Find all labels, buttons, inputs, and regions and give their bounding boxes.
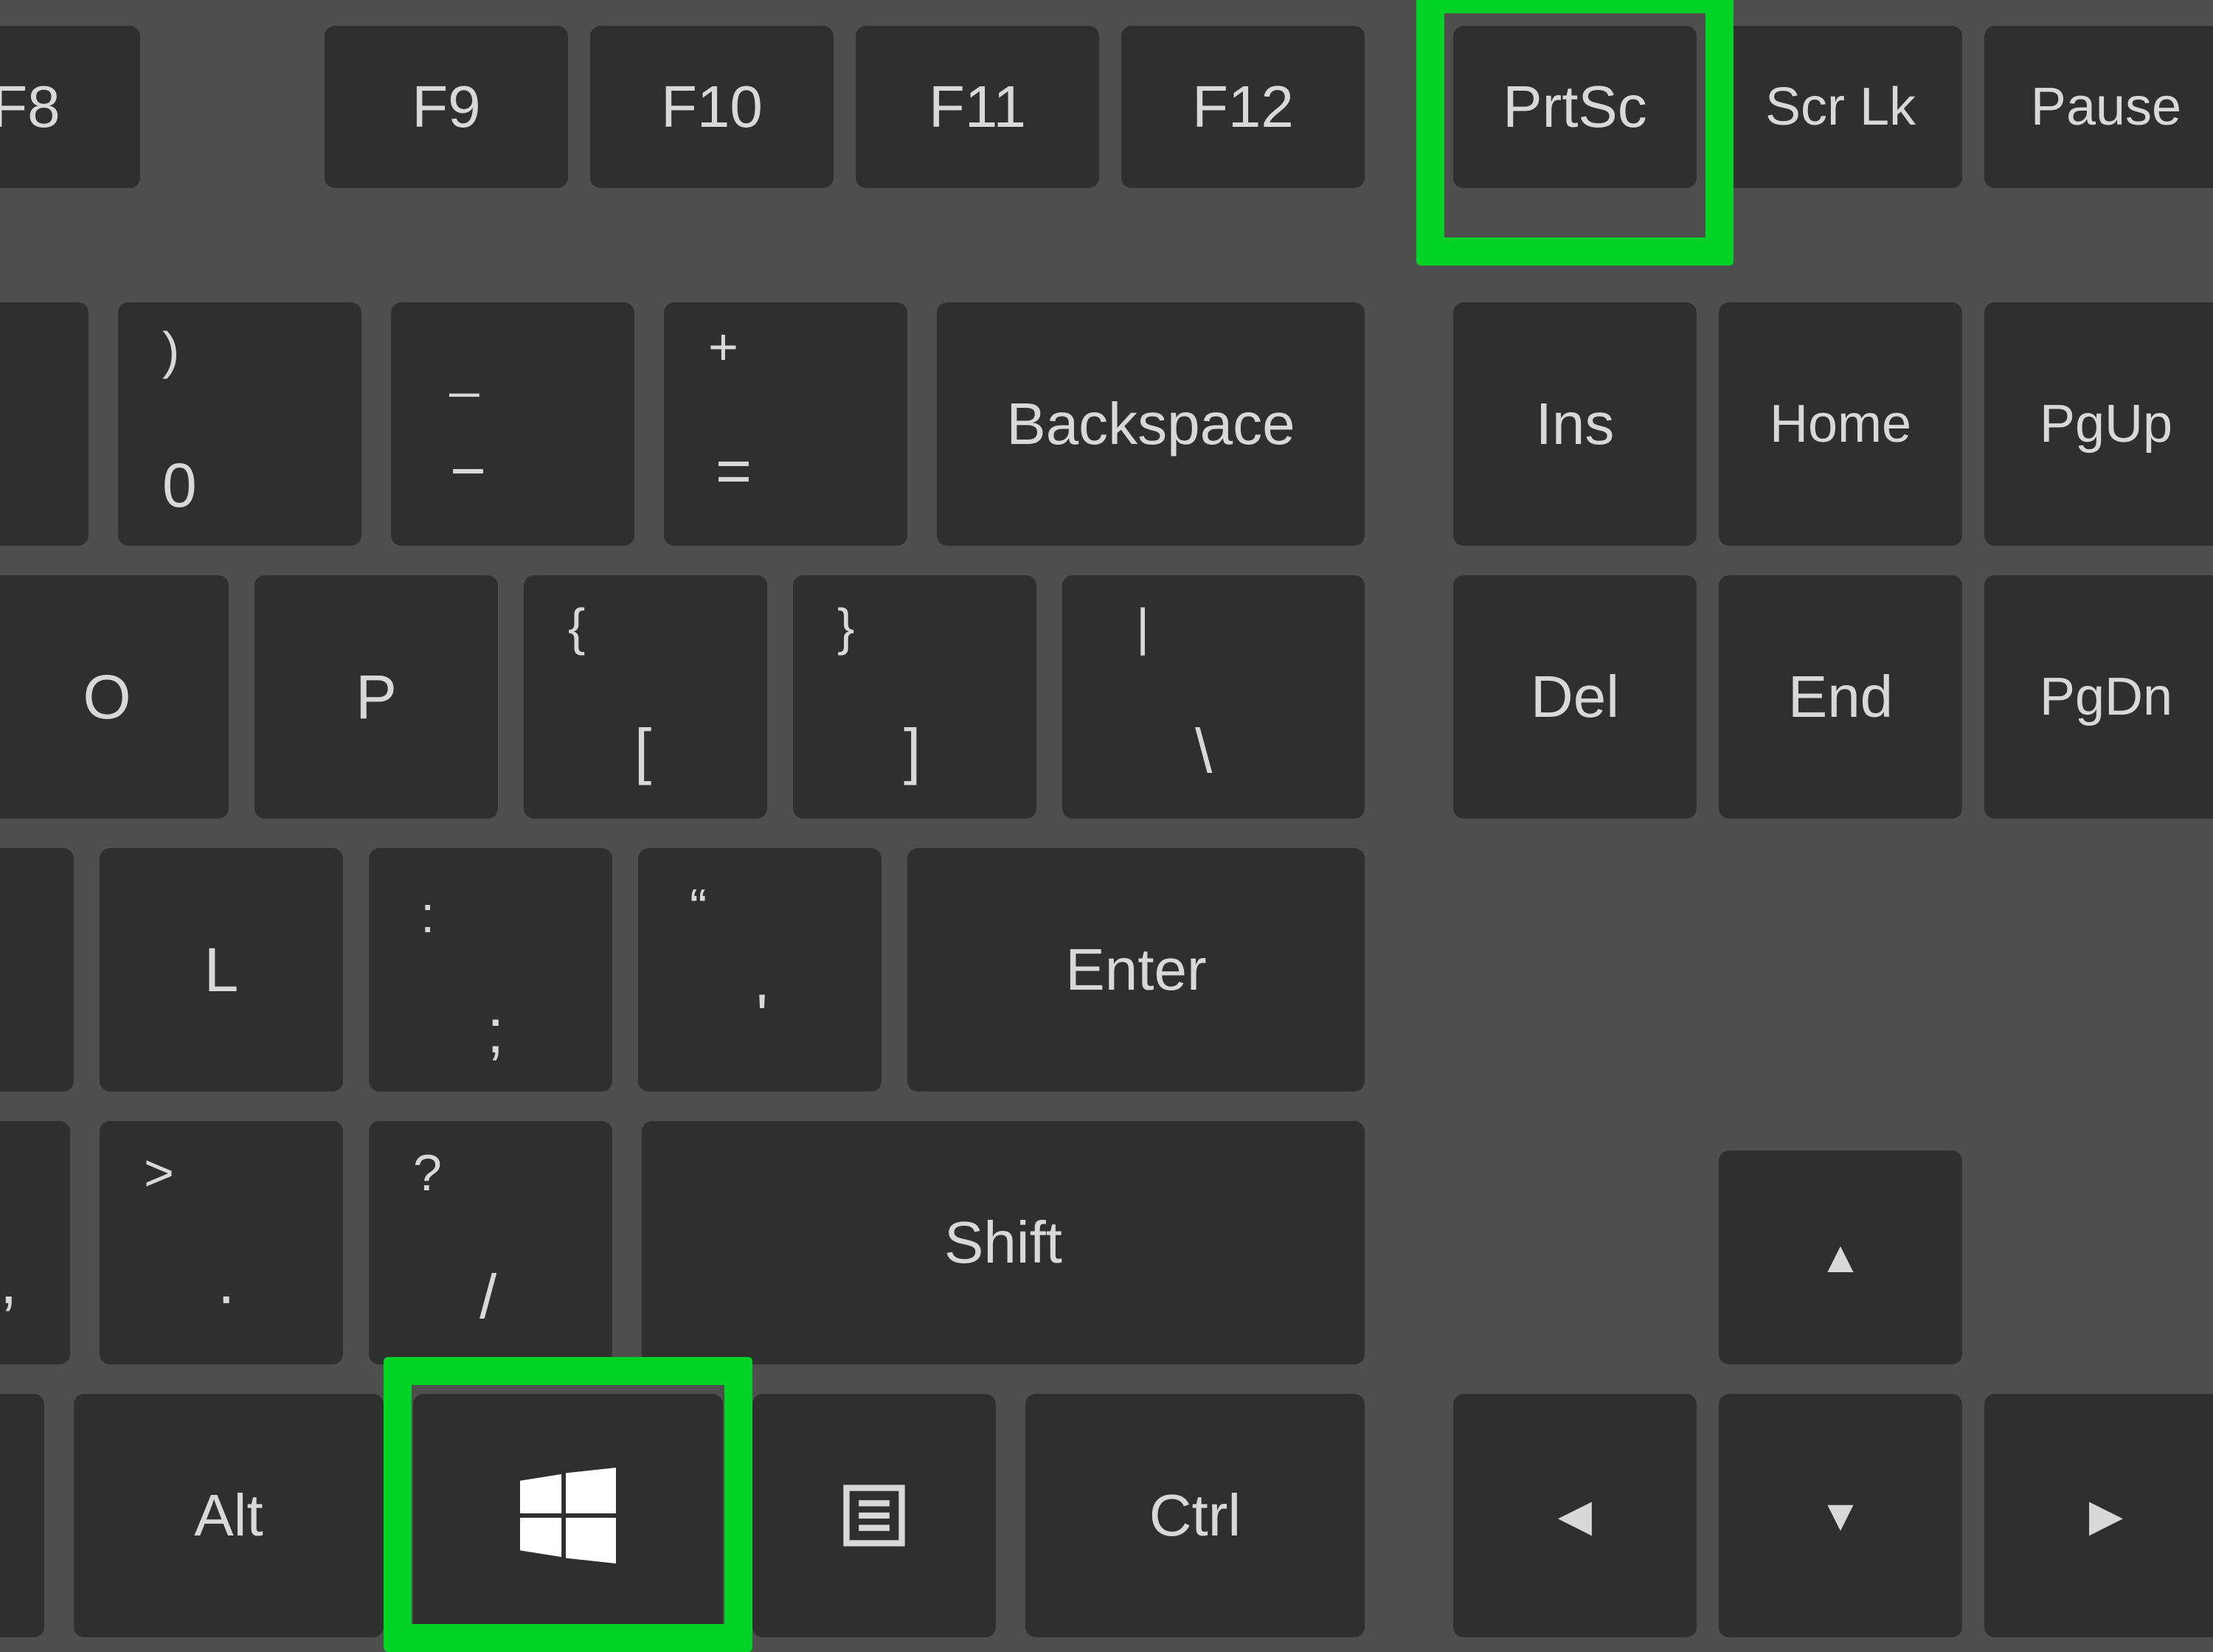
key-label: / bbox=[479, 1266, 496, 1328]
key-label: = bbox=[716, 440, 752, 502]
key-slash[interactable]: ? / bbox=[369, 1121, 612, 1364]
key-label: PrtSc bbox=[1503, 73, 1647, 141]
key-equals[interactable]: + = bbox=[664, 302, 907, 546]
key-label: Home bbox=[1770, 394, 1911, 454]
key-pgdn[interactable]: PgDn bbox=[1984, 575, 2213, 819]
arrow-right-icon: ▶ bbox=[2089, 1493, 2123, 1538]
key-period[interactable]: > . bbox=[100, 1121, 343, 1364]
key-upper-label: } bbox=[837, 601, 854, 653]
key-upper-label: | bbox=[1136, 601, 1149, 653]
key-label: F8 bbox=[0, 73, 60, 141]
key-9[interactable]: 9 bbox=[0, 302, 89, 546]
key-label: Del bbox=[1531, 663, 1619, 731]
key-0[interactable]: ) 0 bbox=[118, 302, 361, 546]
key-upper-label: : bbox=[420, 889, 434, 940]
key-backspace[interactable]: Backspace bbox=[937, 302, 1365, 546]
key-pgup[interactable]: PgUp bbox=[1984, 302, 2213, 546]
key-quote[interactable]: “ ' bbox=[638, 848, 882, 1092]
key-windows[interactable] bbox=[413, 1394, 723, 1637]
key-del[interactable]: Del bbox=[1453, 575, 1697, 819]
key-p[interactable]: P bbox=[254, 575, 498, 819]
key-ins[interactable]: Ins bbox=[1453, 302, 1697, 546]
keyboard: F8 F9 F10 F11 F12 PrtSc Scr Lk Pause 9 )… bbox=[0, 0, 2213, 1644]
key-label: P bbox=[356, 666, 397, 728]
key-label: PgDn bbox=[2040, 667, 2172, 727]
key-f10[interactable]: F10 bbox=[590, 26, 834, 188]
key-label: \ bbox=[1195, 720, 1212, 782]
key-label: F10 bbox=[661, 73, 763, 141]
key-label: 0 bbox=[162, 454, 197, 516]
key-upper-label: ) bbox=[162, 324, 179, 376]
key-upper-label: { bbox=[568, 601, 585, 653]
key-label: ] bbox=[904, 720, 921, 782]
key-label: Ctrl bbox=[1149, 1482, 1241, 1549]
menu-icon bbox=[837, 1479, 911, 1552]
key-upper-label: _ bbox=[450, 343, 479, 395]
key-label: Scr Lk bbox=[1765, 77, 1916, 137]
key-ctrl[interactable]: Ctrl bbox=[1025, 1394, 1365, 1637]
key-down-arrow[interactable]: ▼ bbox=[1719, 1394, 1962, 1637]
arrow-up-icon: ▲ bbox=[1818, 1235, 1862, 1280]
key-alt[interactable]: Alt bbox=[74, 1394, 384, 1637]
key-shift[interactable]: Shift bbox=[642, 1121, 1365, 1364]
key-label: F11 bbox=[929, 73, 1026, 141]
key-rbracket[interactable]: } ] bbox=[793, 575, 1036, 819]
key-f9[interactable]: F9 bbox=[325, 26, 568, 188]
key-f8[interactable]: F8 bbox=[0, 26, 140, 188]
key-backslash[interactable]: | \ bbox=[1062, 575, 1365, 819]
key-label: F12 bbox=[1192, 73, 1294, 141]
key-k-partial[interactable] bbox=[0, 848, 74, 1092]
key-f12[interactable]: F12 bbox=[1121, 26, 1365, 188]
key-scrlk[interactable]: Scr Lk bbox=[1719, 26, 1962, 188]
key-label: − bbox=[450, 440, 486, 502]
key-prtsc[interactable]: PrtSc bbox=[1453, 26, 1697, 188]
key-label: Pause bbox=[2031, 77, 2181, 137]
key-lbracket[interactable]: { [ bbox=[524, 575, 767, 819]
key-upper-label: “ bbox=[690, 881, 707, 933]
key-label: ; bbox=[487, 1000, 504, 1062]
key-o[interactable]: O bbox=[0, 575, 229, 819]
key-left-partial[interactable] bbox=[0, 1394, 44, 1637]
key-label: [ bbox=[634, 720, 651, 782]
key-enter[interactable]: Enter bbox=[907, 848, 1365, 1092]
key-menu[interactable] bbox=[752, 1394, 996, 1637]
key-label: L bbox=[204, 939, 239, 1001]
key-label: ' bbox=[756, 985, 768, 1047]
key-l[interactable]: L bbox=[100, 848, 343, 1092]
key-label: Alt bbox=[194, 1482, 263, 1549]
key-minus[interactable]: _ − bbox=[391, 302, 634, 546]
key-right-arrow[interactable]: ▶ bbox=[1984, 1394, 2213, 1637]
key-up-arrow[interactable]: ▲ bbox=[1719, 1150, 1962, 1364]
key-label: F9 bbox=[412, 73, 480, 141]
key-home[interactable]: Home bbox=[1719, 302, 1962, 546]
key-upper-label: ? bbox=[413, 1147, 442, 1198]
key-pause[interactable]: Pause bbox=[1984, 26, 2213, 188]
key-label: PgUp bbox=[2040, 394, 2172, 454]
key-label: , bbox=[0, 1251, 17, 1313]
key-label: End bbox=[1788, 663, 1893, 731]
key-left-arrow[interactable]: ◀ bbox=[1453, 1394, 1697, 1637]
key-label: . bbox=[218, 1251, 235, 1313]
key-upper-label: + bbox=[708, 321, 738, 372]
key-f11[interactable]: F11 bbox=[856, 26, 1099, 188]
key-end[interactable]: End bbox=[1719, 575, 1962, 819]
arrow-left-icon: ◀ bbox=[1558, 1493, 1592, 1538]
key-label: O bbox=[83, 666, 131, 728]
key-label: Shift bbox=[944, 1209, 1062, 1277]
key-label: Enter bbox=[1065, 936, 1206, 1004]
key-semicolon[interactable]: : ; bbox=[369, 848, 612, 1092]
windows-logo-icon bbox=[520, 1468, 616, 1564]
key-label: Backspace bbox=[1006, 390, 1295, 458]
key-label: Ins bbox=[1536, 390, 1615, 458]
key-upper-label: > bbox=[144, 1147, 174, 1198]
arrow-down-icon: ▼ bbox=[1818, 1493, 1862, 1538]
key-comma[interactable]: < , bbox=[0, 1121, 70, 1364]
